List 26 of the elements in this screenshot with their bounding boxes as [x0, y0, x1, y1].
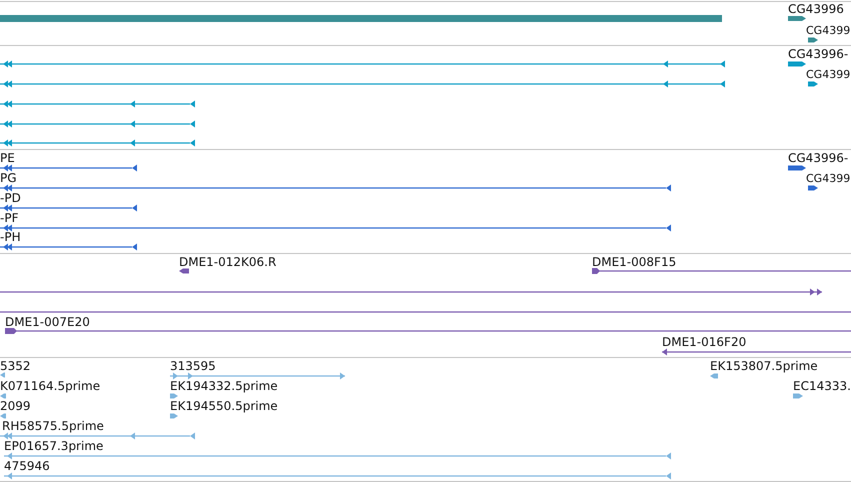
- feature-label: -PD: [0, 191, 21, 205]
- feature-label: K071164.5prime: [0, 379, 100, 393]
- feature-label: CG4399: [806, 68, 850, 81]
- feature-label: -PF: [0, 211, 18, 225]
- feature-label: DME1-008F15: [592, 255, 676, 269]
- feature-label: 475946: [4, 459, 50, 473]
- feature-label: EK153807.5prime: [710, 359, 818, 373]
- feature-label: CG43996: [788, 2, 844, 16]
- feature-label: EK194550.5prime: [170, 399, 278, 413]
- feature-label: CG4399: [806, 172, 850, 185]
- feature-label: EP01657.3prime: [4, 439, 104, 453]
- feature-label: RH58575.5prime: [2, 419, 104, 433]
- feature-label: 313595: [170, 359, 216, 373]
- feature-label: DME1-016F20: [662, 335, 746, 349]
- feature-label: 5352: [0, 359, 31, 373]
- feature-label: CG4399: [806, 24, 850, 37]
- feature-label: EC14333.: [793, 379, 851, 393]
- feature-label: 2099: [0, 399, 31, 413]
- feature-label: CG43996-: [788, 47, 848, 61]
- feature-label: PG: [0, 171, 17, 185]
- feature-label: -PH: [0, 230, 21, 244]
- feature-label: DME1-012K06.R: [179, 255, 276, 269]
- feature-label: DME1-007E20: [5, 315, 90, 329]
- feature-label: CG43996-: [788, 151, 848, 165]
- feature-label: EK194332.5prime: [170, 379, 278, 393]
- feature-label: PE: [0, 151, 15, 165]
